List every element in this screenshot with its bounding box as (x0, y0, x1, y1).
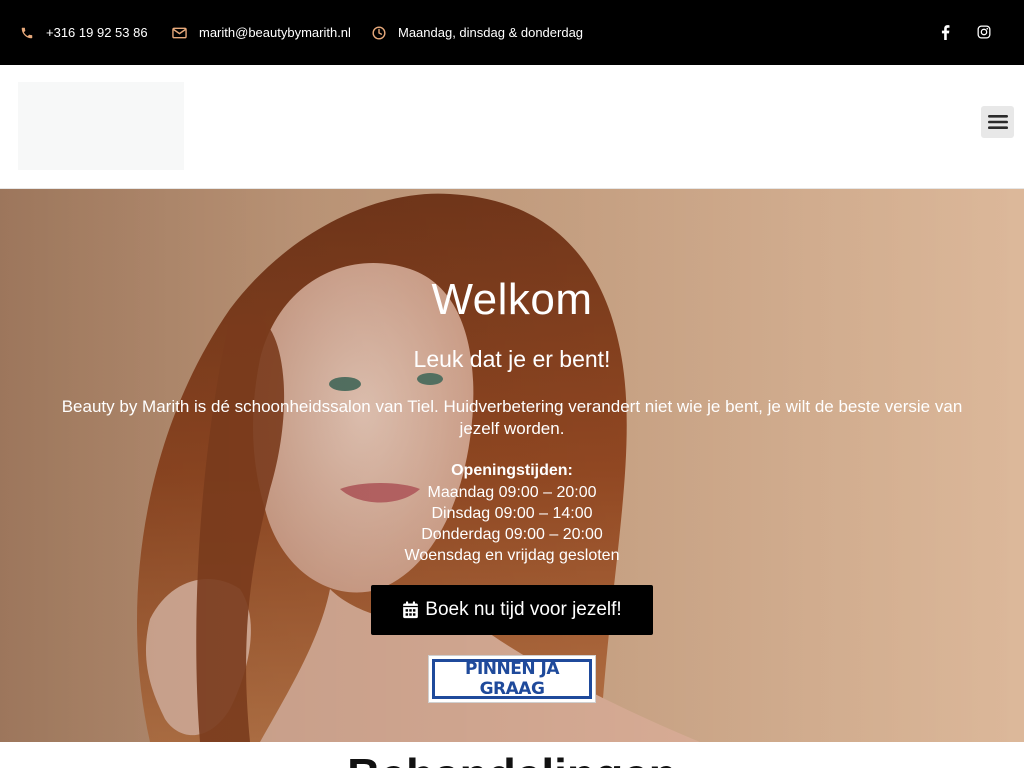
treatments-section: Behandelingen (0, 742, 1024, 768)
opening-hours-line: Donderdag 09:00 – 20:00 (421, 526, 603, 543)
hero-content: Welkom Leuk dat je er bent! Beauty by Ma… (0, 189, 1024, 742)
opening-hours-line: Woensdag en vrijdag gesloten (404, 547, 620, 564)
topbar: +316 19 92 53 86 marith@beautybymarith.n… (0, 0, 1024, 65)
instagram-icon (977, 25, 991, 39)
hero-intro-text: Beauty by Marith is dé schoonheidssalon … (61, 397, 963, 438)
facebook-icon (941, 24, 949, 40)
opening-days: Maandag, dinsdag & donderdag (372, 0, 583, 65)
site-logo[interactable] (18, 82, 184, 170)
opening-hours-line: Maandag 09:00 – 20:00 (427, 484, 597, 501)
clock-icon (372, 25, 386, 40)
phone-icon (21, 27, 33, 38)
book-appointment-label: Boek nu tijd voor jezelf! (425, 599, 622, 620)
facebook-link[interactable] (935, 22, 955, 42)
treatments-title: Behandelingen (0, 748, 1024, 768)
book-appointment-button[interactable]: Boek nu tijd voor jezelf! (371, 585, 653, 635)
hero-section: Welkom Leuk dat je er bent! Beauty by Ma… (0, 189, 1024, 742)
opening-hours-title: Openingstijden: (451, 462, 573, 479)
hero-title: Welkom (431, 275, 593, 324)
instagram-link[interactable] (974, 22, 994, 42)
phone-text: +316 19 92 53 86 (46, 25, 148, 40)
opening-hours-line: Dinsdag 09:00 – 14:00 (431, 505, 593, 522)
hamburger-icon (987, 115, 1008, 129)
pin-badge-text: PINNEN JA GRAAG (465, 659, 559, 699)
email-text: marith@beautybymarith.nl (199, 25, 351, 40)
calendar-icon (403, 601, 419, 619)
opening-days-text: Maandag, dinsdag & donderdag (398, 25, 584, 40)
pinnen-ja-graag-badge: PINNEN JA GRAAG (428, 655, 596, 703)
pin-badge-frame: PINNEN JA GRAAG (432, 659, 592, 699)
site-header (0, 65, 1024, 189)
email-link[interactable]: marith@beautybymarith.nl (172, 0, 351, 65)
envelope-icon (172, 27, 187, 38)
hero-subtitle: Leuk dat je er bent! (413, 346, 611, 372)
phone-link[interactable]: +316 19 92 53 86 (20, 0, 148, 65)
opening-hours-list: Maandag 09:00 – 20:00 Dinsdag 09:00 – 14… (0, 482, 1024, 566)
menu-toggle-button[interactable] (981, 106, 1014, 138)
